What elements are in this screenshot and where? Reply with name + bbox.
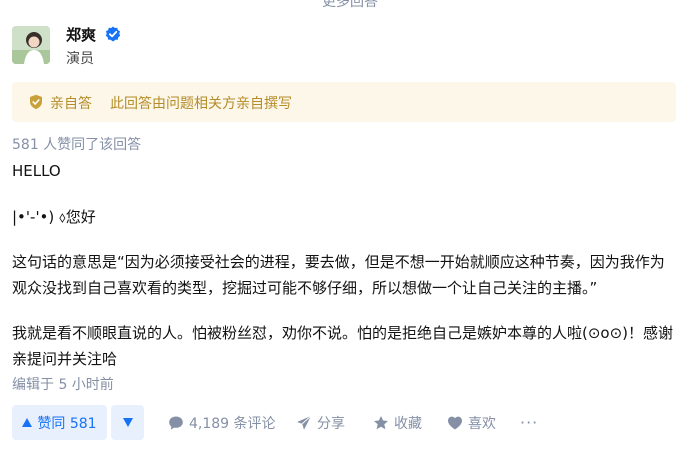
action-bar: 赞同 581 4,189 条评论 分享 收藏 喜欢 ···: [12, 405, 688, 441]
comment-bubble-icon: [169, 416, 183, 430]
answer-paragraph: 这句话的意思是“因为必须接受社会的进程，要去做，但是不想一开始就顺应这种节奏，因…: [12, 253, 665, 297]
comments-button[interactable]: 4,189 条评论: [168, 405, 276, 440]
verified-badge-icon: [105, 26, 121, 42]
vote-up-button[interactable]: 赞同 581: [12, 405, 107, 440]
vote-up-label: 赞同 581: [37, 415, 97, 432]
more-answers-hint[interactable]: 更多回答: [0, 0, 700, 10]
notice-title: 亲自答: [50, 96, 92, 112]
triangle-up-icon: [22, 418, 33, 427]
like-button[interactable]: 喜欢: [447, 405, 496, 440]
answer-paragraph: 我就是看不顺眼直说的人。怕被粉丝怼，劝你不说。怕的是拒绝自己是嫉妒本尊的人啦(⊙…: [12, 324, 674, 368]
like-label: 喜欢: [468, 415, 496, 432]
favorite-label: 收藏: [394, 415, 422, 432]
paper-plane-icon: [297, 415, 312, 430]
author-title: 演员: [66, 51, 94, 67]
star-icon: [374, 415, 388, 429]
self-answer-notice: 亲自答 此回答由问题相关方亲自撰写: [12, 82, 676, 122]
favorite-button[interactable]: 收藏: [373, 405, 422, 440]
notice-text: 此回答由问题相关方亲自撰写: [110, 96, 292, 112]
comments-label: 4,189 条评论: [189, 415, 276, 432]
more-options-button[interactable]: ···: [520, 405, 538, 440]
share-label: 分享: [317, 415, 345, 432]
share-button[interactable]: 分享: [296, 405, 345, 440]
answer-paragraph: |•'-'•) ⬨您好: [12, 208, 96, 226]
vote-count-line[interactable]: 581 人赞同了该回答: [12, 134, 141, 154]
avatar[interactable]: [12, 26, 50, 64]
edited-timestamp[interactable]: 编辑于 5 小时前: [12, 374, 114, 394]
shield-badge-icon: [30, 94, 42, 110]
author-name[interactable]: 郑爽: [66, 24, 96, 45]
vote-down-button[interactable]: [111, 405, 144, 440]
more-icon: ···: [520, 413, 539, 432]
answer-paragraph: HELLO: [12, 162, 61, 180]
triangle-down-icon: [122, 418, 133, 427]
heart-icon: [448, 416, 462, 429]
